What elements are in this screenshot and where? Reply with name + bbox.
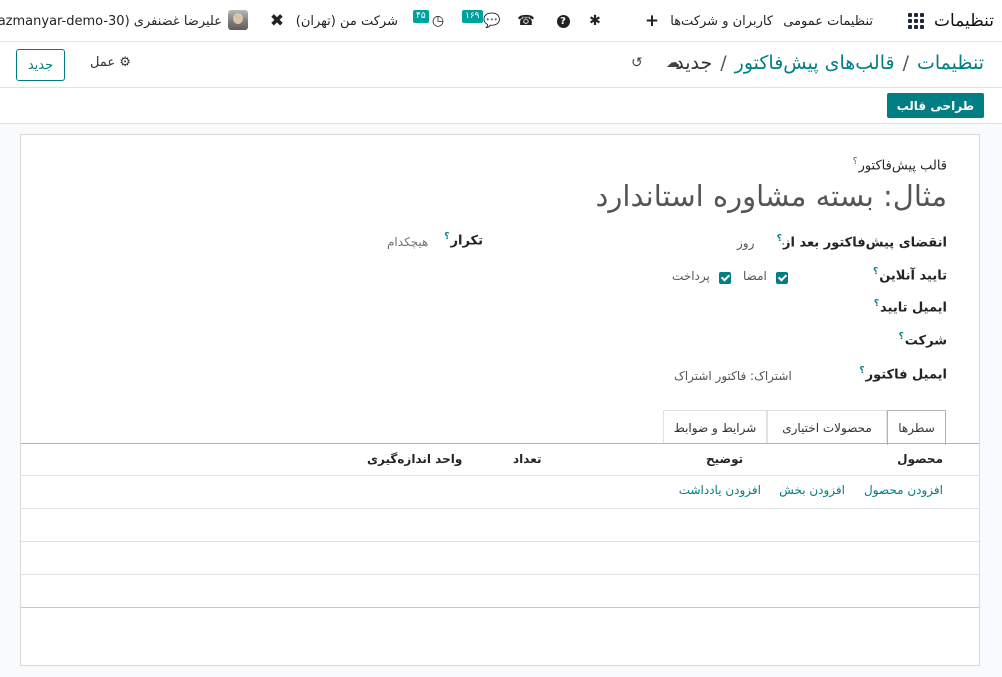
status-bar: طراحی قالب [0,88,1002,124]
messages-badge: ۱۶۹ [462,10,483,23]
template-name-input[interactable]: مثال: بسته مشاوره استاندارد [595,179,947,213]
breadcrumb: تنظیمات / قالب‌های پیش‌فاکتور / جدید [675,52,984,74]
expiry-label: انقضای پیش‌فاکتور بعد از؟ [776,234,947,251]
user-avatar[interactable] [228,10,248,30]
tooltip-icon: ؟ [872,267,879,277]
tab-optional-products[interactable]: محصولات اختیاری [767,410,887,444]
add-product-link[interactable]: افزودن محصول [864,483,943,497]
apps-menu-icon[interactable] [908,13,924,29]
plus-icon[interactable]: + [642,0,662,42]
tab-lines[interactable]: سطرها [887,410,946,445]
form-sheet: قالب پیش‌فاکتور؟ مثال: بسته مشاوره استان… [20,134,980,666]
tab-terms-conditions[interactable]: شرایط و ضوابط [663,410,767,444]
lines-table-header: محصول توضیح تعداد واحد اندازه‌گیری [21,444,979,476]
company-switcher[interactable]: شرکت من (تهران) [296,0,398,42]
tooltip-icon: ؟ [859,366,865,376]
user-menu[interactable]: علیرضا غضنفری (sazmanyar-demo-30) [0,0,222,42]
column-product[interactable]: محصول [897,452,943,466]
table-row [21,575,979,608]
tooltip-icon: ؟ [852,157,858,167]
cloud-save-icon[interactable]: ☁ [666,55,680,71]
clock-icon[interactable]: ◷ [428,0,448,42]
table-row [21,542,979,575]
design-template-button[interactable]: طراحی قالب [886,93,984,118]
breadcrumb-separator: / [902,52,909,74]
menu-general-settings[interactable]: تنظیمات عمومی [783,0,873,42]
template-name-label: قالب پیش‌فاکتور؟ [852,157,947,174]
column-quantity[interactable]: تعداد [513,452,541,466]
tools-icon[interactable]: ✖ [266,0,288,42]
activities-badge: ۴۵ [413,10,429,23]
expiry-unit: روز [737,236,755,250]
invoice-email-select[interactable]: اشتراک: فاکتور اشتراک [674,369,792,383]
company-label: شرکت؟ [898,332,947,349]
chat-icon[interactable]: 💬 [481,0,503,42]
breadcrumb-separator: / [720,52,727,74]
app-name[interactable]: تنظیمات [930,0,994,42]
online-confirmation-label: تایید آنلاین؟ [872,267,947,284]
action-label: عمل [90,55,116,70]
recurrence-select[interactable]: هیچکدام [387,235,428,249]
discard-icon[interactable]: ↺ [631,55,643,71]
payment-checkbox[interactable] [719,272,731,284]
column-description[interactable]: توضیح [706,452,743,466]
breadcrumb-settings[interactable]: تنظیمات [917,52,984,74]
control-panel: تنظیمات / قالب‌های پیش‌فاکتور / جدید ☁ ↺… [0,42,1002,88]
action-menu[interactable]: ⚙ عمل [90,55,131,70]
bug-icon[interactable]: ✱ [585,0,605,42]
menu-users-companies[interactable]: کاربران و شرکت‌ها [670,0,773,42]
breadcrumb-quotation-templates[interactable]: قالب‌های پیش‌فاکتور [735,52,895,74]
table-row: افزودن محصول افزودن بخش افزودن یادداشت [21,476,979,509]
phone-icon[interactable]: ☎ [516,0,536,42]
invoice-email-label: ایمیل فاکتور؟ [859,366,947,383]
breadcrumb-current: جدید [675,52,713,74]
signature-label: امضا [743,269,767,283]
new-button[interactable]: جدید [16,49,65,81]
tooltip-icon: ؟ [898,332,904,342]
recurrence-label: تکرار؟ [444,232,483,249]
expiry-days-input[interactable]: ۰ [780,236,786,250]
help-icon[interactable]: ? [553,0,573,42]
add-section-link[interactable]: افزودن بخش [779,483,845,497]
table-row [21,509,979,542]
column-uom[interactable]: واحد اندازه‌گیری [367,452,462,466]
top-navbar: تنظیمات تنظیمات عمومی کاربران و شرکت‌ها … [0,0,1002,42]
tooltip-icon: ؟ [444,232,450,242]
tooltip-icon: ؟ [873,299,880,309]
confirmation-email-label: ایمیل تایید؟ [873,299,947,316]
payment-label: پرداخت [672,269,710,283]
add-note-link[interactable]: افزودن یادداشت [679,483,761,497]
signature-checkbox[interactable] [776,272,788,284]
gear-icon: ⚙ [119,55,131,70]
